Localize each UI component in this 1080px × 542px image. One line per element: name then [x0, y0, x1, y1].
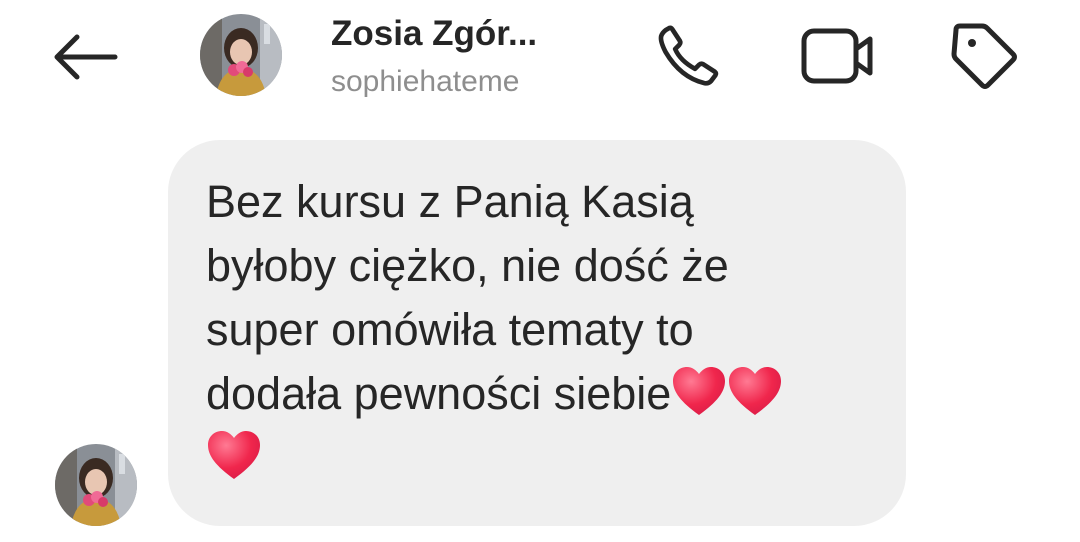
message-line: Bez kursu z Panią Kasią [206, 176, 694, 227]
dm-thread-screen: Zosia Zgór... sophiehateme Bez kursu z P… [0, 0, 1080, 542]
tag-button[interactable] [946, 18, 1022, 94]
message-line: byłoby ciężko, nie dość że [206, 240, 729, 291]
heart-emoji-icon [727, 365, 783, 417]
contact-username: sophiehateme [331, 65, 520, 98]
message-text: Bez kursu z Panią Kasią byłoby ciężko, n… [206, 170, 870, 490]
voice-call-button[interactable] [650, 18, 726, 94]
header-title-block[interactable]: Zosia Zgór... sophiehateme [331, 12, 591, 102]
phone-icon [653, 21, 723, 91]
tag-icon [948, 20, 1020, 92]
message-bubble[interactable]: Bez kursu z Panią Kasią byłoby ciężko, n… [168, 140, 906, 526]
back-button[interactable] [44, 26, 124, 88]
message-line: dodała pewności siebie [206, 368, 672, 419]
header-avatar[interactable] [200, 14, 282, 96]
heart-emoji-icon [206, 429, 262, 481]
sender-avatar[interactable] [55, 444, 137, 526]
heart-emoji-icon [671, 365, 727, 417]
contact-name: Zosia Zgór... [331, 14, 538, 53]
video-camera-icon [800, 25, 876, 87]
video-call-button[interactable] [800, 18, 876, 94]
arrow-left-icon [49, 32, 119, 82]
message-line: super omówiła tematy to [206, 304, 694, 355]
